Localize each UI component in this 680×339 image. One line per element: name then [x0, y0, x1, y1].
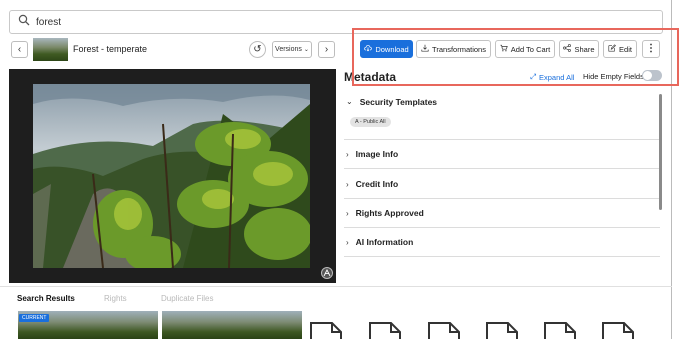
versions-label: Versions [275, 46, 302, 53]
section-label: Credit Info [355, 179, 399, 189]
app-frame: ‹ Forest - temperate ↺ Versions ⌄ › Down… [0, 0, 680, 339]
search-icon [18, 13, 30, 31]
section-ai-information[interactable]: › AI Information [344, 228, 660, 257]
chevron-down-icon: ⌄ [303, 47, 309, 53]
chevron-right-icon: › [346, 237, 349, 247]
search-input[interactable] [36, 16, 636, 28]
next-asset-button[interactable]: › [318, 41, 335, 58]
chevron-right-icon: › [346, 208, 349, 218]
forest-photo[interactable] [33, 84, 310, 268]
section-label: Security Templates [359, 97, 438, 107]
metadata-scrollbar[interactable] [659, 94, 662, 210]
divider [0, 286, 672, 287]
security-template-chip: A - Public All [350, 117, 391, 127]
section-credit-info[interactable]: › Credit Info [344, 170, 660, 199]
chevron-right-icon: › [324, 44, 329, 55]
asset-thumbnail [33, 38, 68, 61]
file-placeholder-icon[interactable] [369, 322, 401, 339]
chevron-right-icon: › [346, 179, 349, 189]
file-placeholder-icon[interactable] [544, 322, 576, 339]
ai-badge-icon[interactable] [321, 267, 333, 279]
chevron-down-icon: ⌄ [346, 97, 353, 106]
image-preview-panel [9, 69, 336, 283]
tab-duplicate-files[interactable]: Duplicate Files [161, 294, 213, 303]
asset-title: Forest - temperate [73, 44, 148, 54]
chevron-right-icon: › [346, 149, 349, 159]
tab-rights[interactable]: Rights [104, 294, 127, 303]
section-rights-approved[interactable]: › Rights Approved [344, 199, 660, 228]
file-placeholder-icon[interactable] [428, 322, 460, 339]
section-label: Rights Approved [355, 208, 424, 218]
section-security-templates[interactable]: ⌄ Security Templates [344, 88, 660, 140]
file-placeholder-icon[interactable] [602, 322, 634, 339]
previous-asset-button[interactable]: ‹ [11, 41, 28, 58]
toolbar-highlight-box [352, 28, 679, 86]
result-thumbnail[interactable] [162, 311, 302, 339]
file-placeholder-icon[interactable] [486, 322, 518, 339]
section-image-info[interactable]: › Image Info [344, 140, 660, 169]
chevron-left-icon: ‹ [17, 44, 22, 55]
history-icon: ↺ [253, 44, 262, 55]
current-badge: CURRENT [19, 314, 50, 322]
history-button[interactable]: ↺ [249, 41, 266, 58]
section-label: AI Information [355, 237, 414, 247]
file-placeholder-icon[interactable] [310, 322, 342, 339]
tab-search-results[interactable]: Search Results [17, 294, 75, 303]
versions-dropdown[interactable]: Versions ⌄ [272, 41, 312, 58]
section-label: Image Info [355, 149, 399, 159]
